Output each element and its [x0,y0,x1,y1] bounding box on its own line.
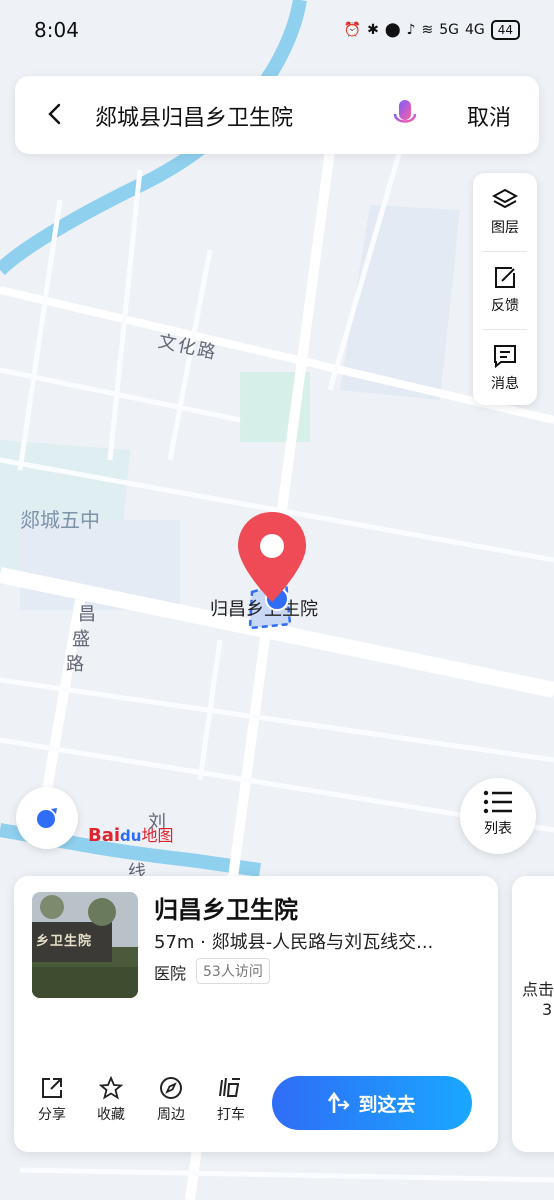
message-label: 消息 [491,376,519,392]
search-input[interactable]: 郯城县归昌乡卫生院 [95,100,293,132]
location-icon: ⬤ [384,22,401,38]
map-tools-panel: 图层 反馈 消息 [473,173,537,405]
list-button[interactable]: 列表 [460,778,536,854]
go-here-button[interactable]: 到这去 [272,1076,472,1130]
baidu-logo: Baidu地图 [88,825,174,846]
go-here-label: 到这去 [358,1093,416,1116]
battery-icon: 44 [490,20,520,40]
school-label: 郯城五中 [20,508,100,532]
search-bar: 郯城县归昌乡卫生院 取消 [15,76,539,154]
place-name: 归昌乡卫生院 [154,896,298,924]
next-place-card[interactable]: 点击 3 [512,876,554,1152]
compass-locate-icon [37,808,57,828]
place-card[interactable]: 乡卫生院 归昌乡卫生院 57m · 郯城县-人民路与刘瓦线交... 医院 53人… [14,876,498,1152]
place-address: 57m · 郯城县-人民路与刘瓦线交... [154,932,434,953]
mic-status-icon: ♪ [406,22,416,38]
layers-icon [492,188,518,209]
message-button[interactable]: 消息 [473,343,537,393]
signal-4g: 4G [464,22,485,38]
locate-button[interactable] [16,787,78,849]
back-icon[interactable] [43,102,67,126]
list-label: 列表 [484,821,512,837]
wifi-icon: ≋ [421,22,434,38]
place-category: 医院 [154,964,187,983]
layers-label: 图层 [491,220,519,236]
place-photo[interactable]: 乡卫生院 [32,892,138,998]
share-icon [42,1078,62,1098]
share-button[interactable]: 分享 [27,1076,77,1124]
nearby-label: 周边 [157,1107,185,1123]
next-card-text-1: 点击 [522,980,554,999]
taxi-icon [219,1077,240,1097]
layers-button[interactable]: 图层 [473,187,537,237]
favorite-button[interactable]: 收藏 [86,1076,136,1124]
taxi-button[interactable]: 打车 [206,1076,256,1124]
road-label-changsheng-3: 路 [66,654,86,675]
bluetooth-icon: ✱ [367,22,379,38]
compass-icon [160,1077,182,1099]
feedback-button[interactable]: 反馈 [473,265,537,315]
road-label-changsheng-2: 盛 [72,629,92,650]
status-bar: 8:04 ⏰ ✱ ⬤ ♪ ≋ 5G 4G 44 [0,0,554,64]
message-icon [494,345,516,369]
next-card-text-2: 3 [542,1000,553,1019]
visits-badge: 53人访问 [196,958,270,984]
signal-5g: 5G [439,22,459,38]
feedback-label: 反馈 [491,298,519,314]
route-arrow-icon [328,1091,351,1113]
favorite-label: 收藏 [97,1107,125,1123]
road-label-changsheng-1: 昌 [78,604,98,625]
share-label: 分享 [38,1107,66,1123]
voice-input-icon[interactable] [390,98,420,132]
photo-sign-text: 乡卫生院 [36,934,93,949]
status-time: 8:04 [34,18,79,42]
nearby-button[interactable]: 周边 [146,1076,196,1124]
cancel-button[interactable]: 取消 [467,100,511,132]
status-icons: ⏰ ✱ ⬤ ♪ ≋ 5G 4G 44 [344,20,520,40]
star-icon [99,1076,123,1100]
feedback-icon [495,267,515,288]
selected-poi-pin[interactable] [236,510,308,620]
alarm-icon: ⏰ [343,22,362,38]
list-icon [483,790,512,814]
taxi-label: 打车 [217,1107,245,1123]
